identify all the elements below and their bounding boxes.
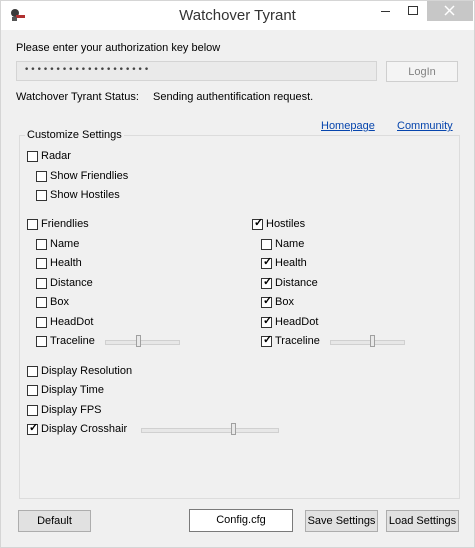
checkbox-label: Display Resolution <box>41 365 133 377</box>
checkbox-label: HeadDot <box>275 316 319 328</box>
maximize-button[interactable] <box>399 1 427 21</box>
checkbox-box[interactable]: ✓ <box>261 275 273 289</box>
checkbox-label: Traceline <box>50 335 95 347</box>
crosshair-slider-thumb[interactable] <box>231 423 236 435</box>
checkbox-box[interactable] <box>36 316 47 328</box>
hostile-traceline-slider-track[interactable] <box>330 340 405 345</box>
config-file-input[interactable]: Config.cfg <box>189 509 293 532</box>
group-hostiles-checkbox[interactable]: ✓ Hostiles <box>252 217 305 231</box>
display-resolution-checkbox[interactable]: Display Resolution <box>27 364 132 378</box>
checkbox-label: Show Friendlies <box>50 170 129 182</box>
friendly-traceline-slider-track[interactable] <box>105 340 180 345</box>
display-time-checkbox[interactable]: Display Time <box>27 383 104 397</box>
hostile-box-checkbox[interactable]: ✓ Box <box>261 295 294 309</box>
friendly-traceline-checkbox[interactable]: Traceline <box>36 334 95 348</box>
checkbox-box[interactable]: ✓ <box>261 294 273 308</box>
hostile-headdot-checkbox[interactable]: ✓ HeadDot <box>261 315 318 329</box>
checkbox-label: Name <box>275 238 305 250</box>
checkmark-icon: ✓ <box>263 333 273 346</box>
checkbox-box[interactable] <box>36 296 47 308</box>
checkbox-box[interactable] <box>27 218 38 230</box>
checkbox-label: Box <box>275 296 294 308</box>
display-crosshair-checkbox[interactable]: ✓ Display Crosshair <box>27 422 127 436</box>
show-friendlies-checkbox[interactable]: Show Friendlies <box>36 169 128 183</box>
checkbox-box[interactable] <box>27 384 38 396</box>
load-settings-button[interactable]: Load Settings <box>386 510 459 532</box>
checkbox-label: HeadDot <box>50 316 94 328</box>
checkmark-icon: ✓ <box>263 314 273 327</box>
close-button[interactable] <box>427 1 473 21</box>
checkmark-icon: ✓ <box>29 421 39 434</box>
checkbox-box[interactable] <box>36 170 47 182</box>
checkbox-box[interactable] <box>27 150 38 162</box>
checkbox-box[interactable]: ✓ <box>252 216 264 230</box>
checkbox-label: Hostiles <box>266 218 306 230</box>
checkmark-icon: ✓ <box>263 294 273 307</box>
checkbox-box[interactable]: ✓ <box>261 255 273 269</box>
save-settings-button[interactable]: Save Settings <box>305 510 378 532</box>
checkbox-label: Radar <box>41 150 71 162</box>
hostile-traceline-checkbox[interactable]: ✓ Traceline <box>261 334 320 348</box>
title-bar: Watchover Tyrant <box>1 1 474 30</box>
checkbox-label: Show Hostiles <box>50 189 120 201</box>
radar-checkbox[interactable]: Radar <box>27 149 71 163</box>
auth-prompt: Please enter your authorization key belo… <box>16 42 221 54</box>
checkbox-label: Name <box>50 238 80 250</box>
homepage-link[interactable]: Homepage <box>321 120 375 132</box>
close-icon <box>444 5 455 16</box>
hostile-health-checkbox[interactable]: ✓ Health <box>261 256 307 270</box>
checkbox-label: Box <box>50 296 69 308</box>
hostile-distance-checkbox[interactable]: ✓ Distance <box>261 276 318 290</box>
friendly-name-checkbox[interactable]: Name <box>36 237 79 251</box>
friendly-health-checkbox[interactable]: Health <box>36 256 82 270</box>
checkbox-box[interactable] <box>36 335 47 347</box>
maximize-icon <box>408 6 418 15</box>
checkbox-box[interactable] <box>27 365 38 377</box>
minimize-icon <box>381 11 390 12</box>
checkbox-label: Distance <box>50 277 93 289</box>
default-button[interactable]: Default <box>18 510 91 532</box>
checkbox-box[interactable]: ✓ <box>261 333 273 347</box>
display-fps-checkbox[interactable]: Display FPS <box>27 403 102 417</box>
checkmark-icon: ✓ <box>263 275 273 288</box>
friendly-distance-checkbox[interactable]: Distance <box>36 276 93 290</box>
minimize-button[interactable] <box>371 1 399 21</box>
checkbox-box[interactable] <box>36 257 47 269</box>
community-link[interactable]: Community <box>397 120 453 132</box>
checkbox-label: Health <box>275 257 307 269</box>
checkbox-box[interactable]: ✓ <box>261 314 273 328</box>
auth-key-input[interactable]: •••••••••••••••••••• <box>16 61 377 81</box>
checkbox-box[interactable] <box>261 238 272 250</box>
checkbox-box[interactable] <box>36 189 47 201</box>
hostile-name-checkbox[interactable]: Name <box>261 237 304 251</box>
show-hostiles-checkbox[interactable]: Show Hostiles <box>36 188 120 202</box>
crosshair-slider-track[interactable] <box>141 428 279 433</box>
checkbox-label: Distance <box>275 277 318 289</box>
status-value: Sending authentification request. <box>153 91 314 103</box>
checkbox-label: Display Crosshair <box>41 423 128 435</box>
checkbox-box[interactable] <box>27 404 38 416</box>
friendly-box-checkbox[interactable]: Box <box>36 295 69 309</box>
login-button[interactable]: LogIn <box>386 61 458 82</box>
friendly-headdot-checkbox[interactable]: HeadDot <box>36 315 93 329</box>
checkmark-icon: ✓ <box>263 255 273 268</box>
app-window: Watchover Tyrant Please enter your autho… <box>0 0 475 548</box>
checkbox-box[interactable]: ✓ <box>27 421 39 435</box>
checkbox-label: Display Time <box>41 384 104 396</box>
checkmark-icon: ✓ <box>254 216 264 229</box>
status-label: Watchover Tyrant Status: <box>16 91 139 103</box>
customize-settings-legend: Customize Settings <box>25 129 124 141</box>
checkbox-label: Friendlies <box>41 218 89 230</box>
friendly-traceline-slider-thumb[interactable] <box>136 335 141 347</box>
checkbox-label: Display FPS <box>41 404 102 416</box>
checkbox-label: Health <box>50 257 82 269</box>
checkbox-label: Traceline <box>275 335 320 347</box>
checkbox-box[interactable] <box>36 238 47 250</box>
checkbox-box[interactable] <box>36 277 47 289</box>
hostile-traceline-slider-thumb[interactable] <box>370 335 375 347</box>
group-friendlies-checkbox[interactable]: Friendlies <box>27 217 89 231</box>
